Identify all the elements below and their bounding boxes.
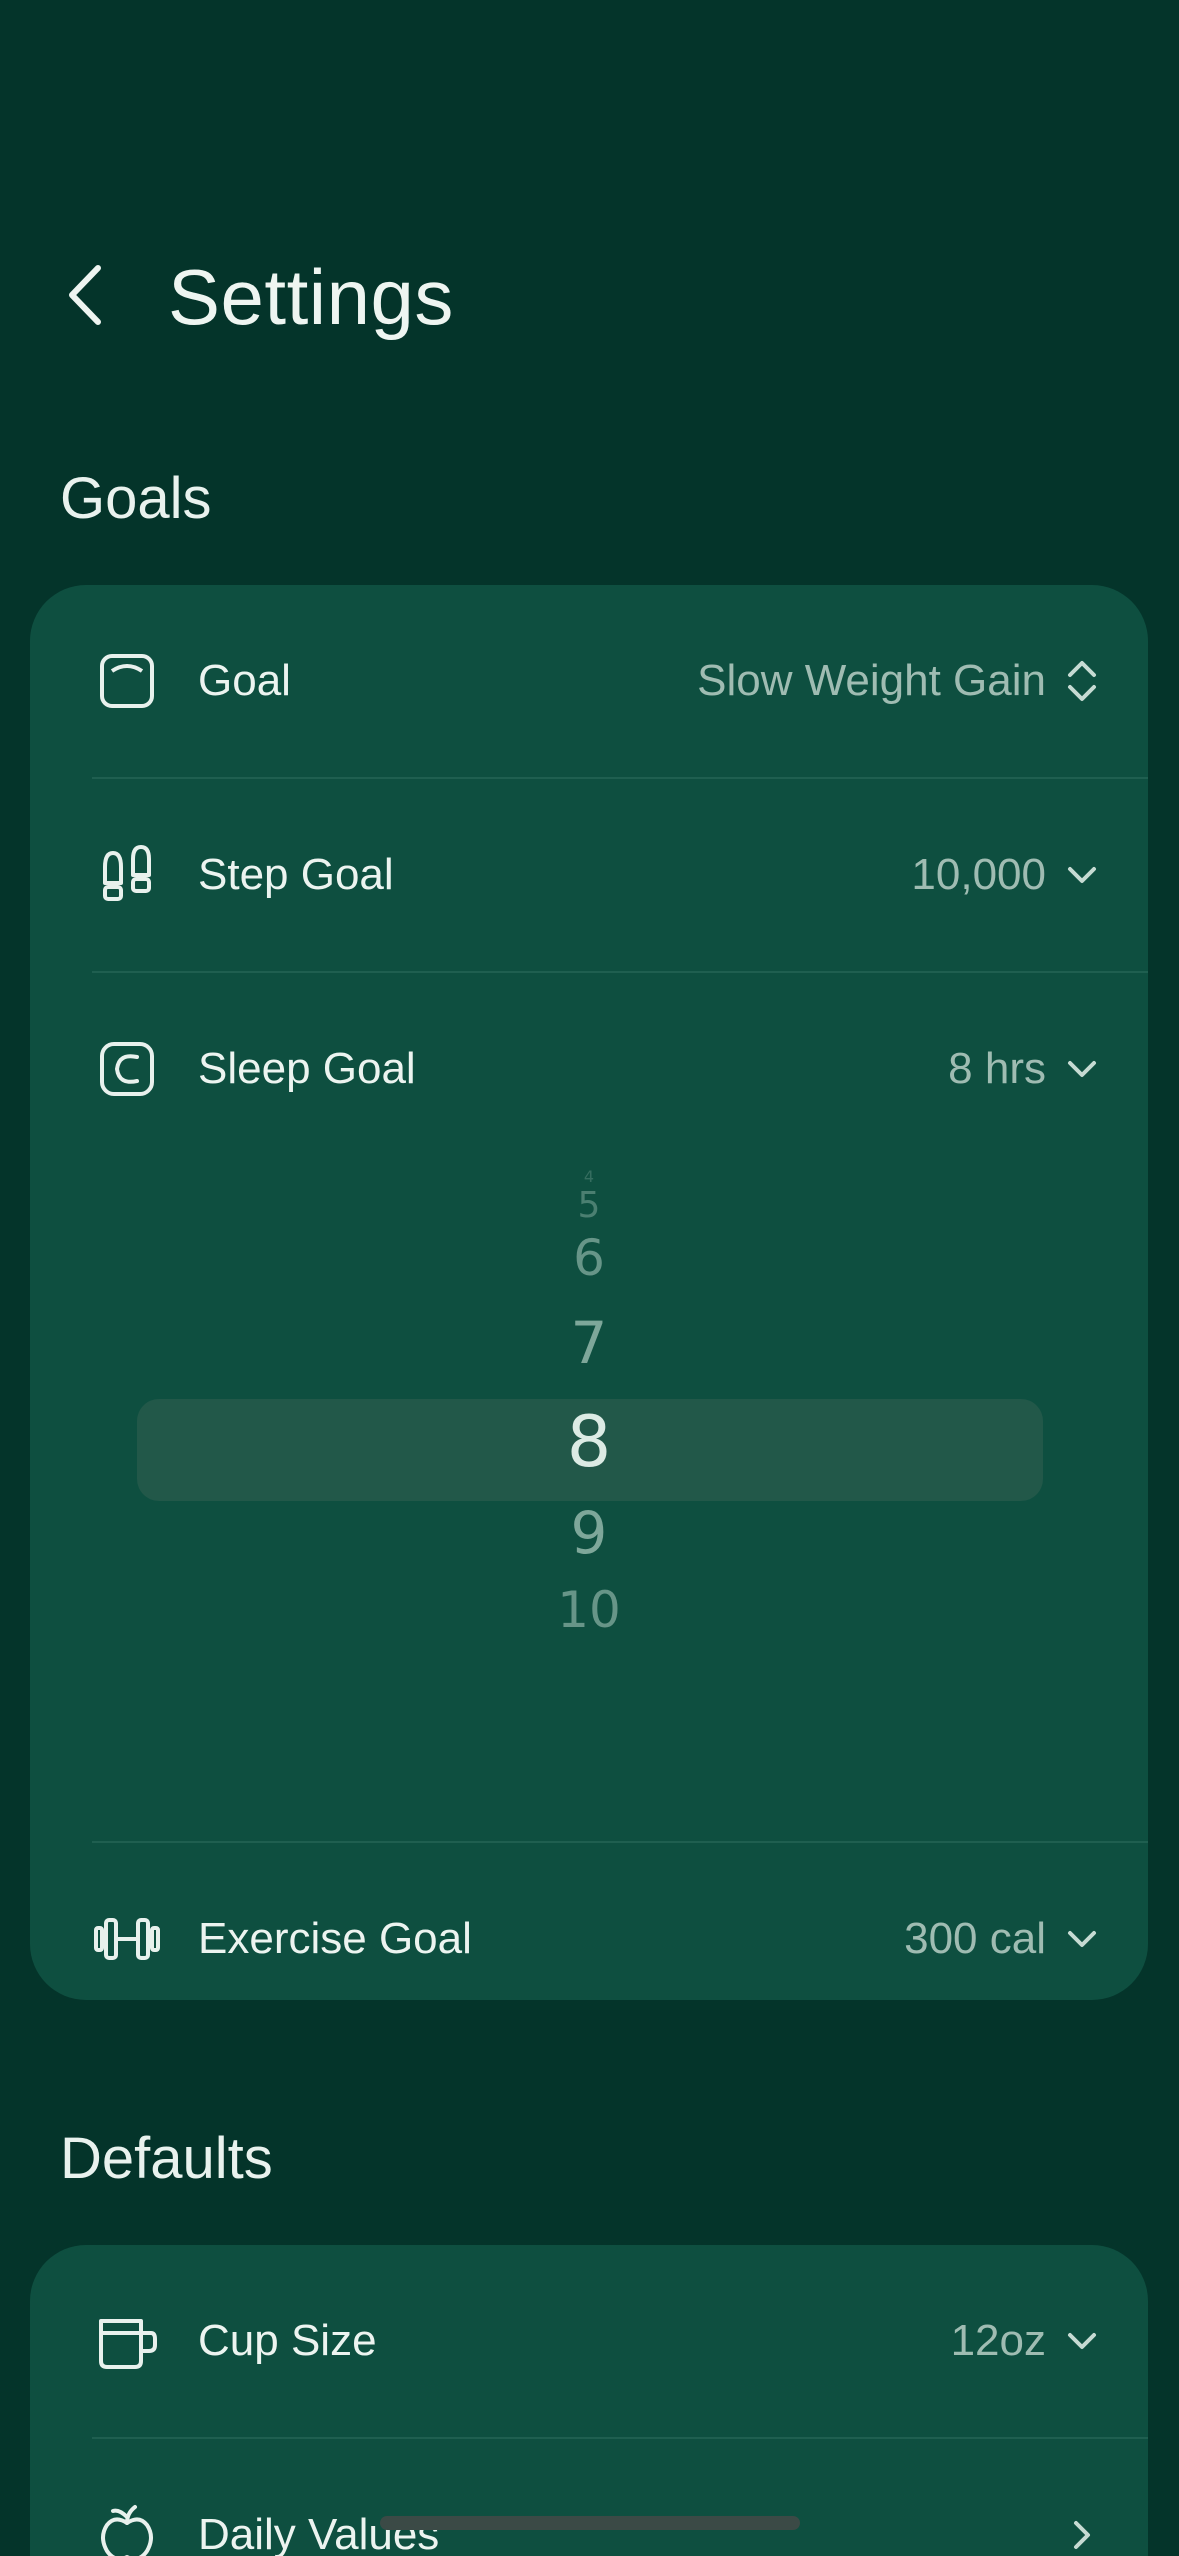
- sleep-hours-picker[interactable]: 4 5 6 7 8 9 10: [30, 1165, 1148, 1841]
- chevron-up-down-icon: [1062, 661, 1102, 701]
- picker-option[interactable]: 9: [30, 1499, 1148, 1567]
- step-goal-row[interactable]: Step Goal 10,000: [30, 779, 1148, 971]
- chevron-left-icon: [69, 265, 101, 325]
- chevron-down-icon: [1062, 1049, 1102, 1089]
- chevron-down-icon: [1062, 2321, 1102, 2361]
- sleep-goal-value: 8 hrs: [948, 1044, 1046, 1093]
- dumbbell-icon: [92, 1904, 162, 1974]
- page-title: Settings: [168, 253, 454, 341]
- exercise-goal-value: 300 cal: [904, 1914, 1046, 1963]
- goal-row[interactable]: Goal Slow Weight Gain: [30, 585, 1148, 777]
- sleep-goal-row[interactable]: Sleep Goal 8 hrs: [30, 973, 1148, 1165]
- defaults-section-title: Defaults: [60, 2126, 273, 2191]
- exercise-goal-row[interactable]: Exercise Goal 300 cal: [30, 1843, 1148, 2000]
- picker-option-selected[interactable]: 8: [30, 1401, 1148, 1483]
- step-goal-value: 10,000: [911, 850, 1046, 899]
- chevron-down-icon: [1062, 855, 1102, 895]
- home-indicator[interactable]: [380, 2516, 800, 2530]
- exercise-goal-label: Exercise Goal: [198, 1914, 472, 1963]
- apple-icon: [92, 2500, 162, 2556]
- daily-values-row[interactable]: Daily Values: [30, 2439, 1148, 2556]
- header: Settings: [0, 230, 1179, 360]
- cup-size-label: Cup Size: [198, 2316, 377, 2365]
- chevron-down-icon: [1062, 1919, 1102, 1959]
- picker-option[interactable]: 7: [30, 1309, 1148, 1377]
- goal-label: Goal: [198, 656, 291, 705]
- cup-size-row[interactable]: Cup Size 12oz: [30, 2245, 1148, 2437]
- picker-option[interactable]: 6: [30, 1229, 1148, 1287]
- sleep-icon: [92, 1034, 162, 1104]
- picker-option[interactable]: 4: [30, 1167, 1148, 1186]
- defaults-card: Cup Size 12oz Daily Values: [30, 2245, 1148, 2556]
- sleep-goal-label: Sleep Goal: [198, 1044, 416, 1093]
- picker-option[interactable]: 5: [30, 1185, 1148, 1226]
- footprints-icon: [92, 840, 162, 910]
- cup-icon: [92, 2306, 162, 2376]
- cup-size-value: 12oz: [950, 2316, 1046, 2365]
- goals-card: Goal Slow Weight Gain Step Goal 10,000 S…: [30, 585, 1148, 2000]
- settings-screen: Settings Goals Goal Slow Weight Gain Ste…: [0, 0, 1179, 2556]
- chevron-right-icon: [1062, 2515, 1102, 2555]
- scale-icon: [92, 646, 162, 716]
- picker-option[interactable]: 10: [30, 1581, 1148, 1639]
- step-goal-label: Step Goal: [198, 850, 394, 899]
- back-button[interactable]: [58, 260, 118, 330]
- goals-section-title: Goals: [60, 466, 212, 531]
- goal-value: Slow Weight Gain: [697, 656, 1046, 705]
